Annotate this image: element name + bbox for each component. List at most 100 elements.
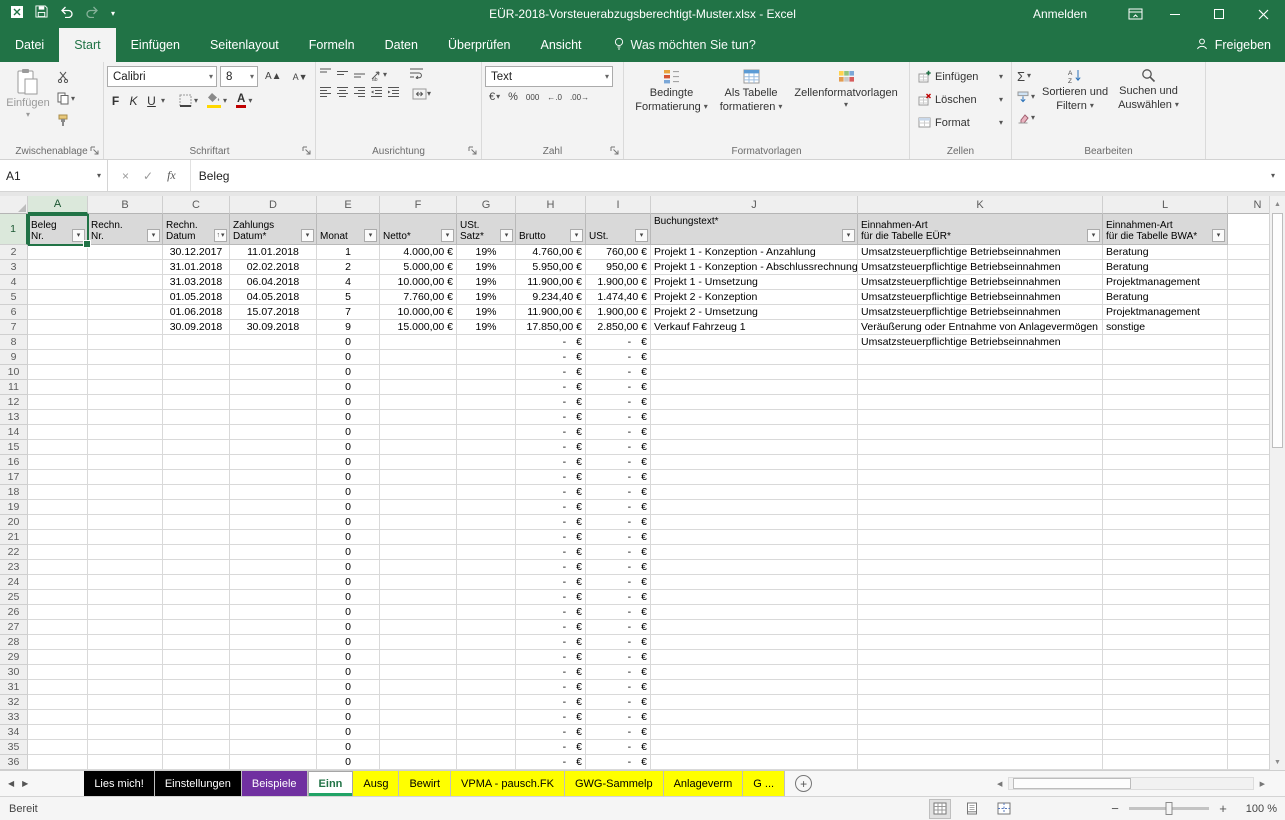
cell-E9[interactable]: 0: [317, 350, 380, 365]
row-header-27[interactable]: 27: [0, 620, 28, 635]
zoom-out-icon[interactable]: −: [1109, 801, 1121, 816]
row-header-32[interactable]: 32: [0, 695, 28, 710]
cell-C13[interactable]: [163, 410, 230, 425]
header-cell-l[interactable]: Einnahmen-Artfür die Tabelle BWA*▾: [1103, 214, 1228, 245]
sort-filter-button[interactable]: AZ Sortieren und Filtern▾: [1037, 64, 1113, 112]
cell-I22[interactable]: -€: [586, 545, 651, 560]
column-header-j[interactable]: J: [651, 196, 858, 214]
cell-F32[interactable]: [380, 695, 457, 710]
row-header-12[interactable]: 12: [0, 395, 28, 410]
number-format-select[interactable]: Text ▾: [485, 66, 613, 87]
cell-K3[interactable]: Umsatzsteuerpflichtige Betriebseinnahmen: [858, 260, 1103, 275]
cell-H4[interactable]: 11.900,00 €: [516, 275, 586, 290]
cell-N10[interactable]: [1228, 365, 1269, 380]
increase-font-button[interactable]: A▲: [261, 66, 286, 87]
cell-D3[interactable]: 02.02.2018: [230, 260, 317, 275]
close-button[interactable]: [1241, 0, 1285, 28]
cell-A36[interactable]: [28, 755, 88, 770]
cell-C28[interactable]: [163, 635, 230, 650]
cell-C7[interactable]: 30.09.2018: [163, 320, 230, 335]
delete-cells-button[interactable]: Löschen ▾: [913, 89, 1008, 110]
cell-L3[interactable]: Beratung: [1103, 260, 1228, 275]
cell-F5[interactable]: 7.760,00 €: [380, 290, 457, 305]
cell-B35[interactable]: [88, 740, 163, 755]
column-header-l[interactable]: L: [1103, 196, 1228, 214]
cell-G5[interactable]: 19%: [457, 290, 516, 305]
cell-G36[interactable]: [457, 755, 516, 770]
cell-E22[interactable]: 0: [317, 545, 380, 560]
cell-K20[interactable]: [858, 515, 1103, 530]
cell-A25[interactable]: [28, 590, 88, 605]
cell-G26[interactable]: [457, 605, 516, 620]
cell-E30[interactable]: 0: [317, 665, 380, 680]
cell-H2[interactable]: 4.760,00 €: [516, 245, 586, 260]
cell-L22[interactable]: [1103, 545, 1228, 560]
decrease-font-button[interactable]: A▼: [289, 66, 312, 87]
cell-C5[interactable]: 01.05.2018: [163, 290, 230, 305]
horizontal-scrollbar[interactable]: ◀ ▶: [995, 775, 1267, 792]
cell-A17[interactable]: [28, 470, 88, 485]
row-header-7[interactable]: 7: [0, 320, 28, 335]
cell-B24[interactable]: [88, 575, 163, 590]
header-cell-f[interactable]: Netto*▾: [380, 214, 457, 245]
font-size-select[interactable]: 8 ▾: [220, 66, 258, 87]
cell-J10[interactable]: [651, 365, 858, 380]
filter-button-e[interactable]: ▾: [364, 229, 377, 242]
cell-G9[interactable]: [457, 350, 516, 365]
cell-I8[interactable]: -€: [586, 335, 651, 350]
cell-J20[interactable]: [651, 515, 858, 530]
cell-B26[interactable]: [88, 605, 163, 620]
cell-K10[interactable]: [858, 365, 1103, 380]
cell-D26[interactable]: [230, 605, 317, 620]
cell-C30[interactable]: [163, 665, 230, 680]
cell-L13[interactable]: [1103, 410, 1228, 425]
cell-D32[interactable]: [230, 695, 317, 710]
copy-button[interactable]: ▾: [53, 88, 79, 109]
cell-F7[interactable]: 15.000,00 €: [380, 320, 457, 335]
page-break-view-button[interactable]: [993, 799, 1015, 819]
cell-B9[interactable]: [88, 350, 163, 365]
cell-F13[interactable]: [380, 410, 457, 425]
cell-K30[interactable]: [858, 665, 1103, 680]
cell-E2[interactable]: 1: [317, 245, 380, 260]
cell-H26[interactable]: -€: [516, 605, 586, 620]
cell-D14[interactable]: [230, 425, 317, 440]
cell-I14[interactable]: -€: [586, 425, 651, 440]
cell-L29[interactable]: [1103, 650, 1228, 665]
cell-H27[interactable]: -€: [516, 620, 586, 635]
filter-button-d[interactable]: ▾: [301, 229, 314, 242]
ribbon-tab-uberprufen[interactable]: Überprüfen: [433, 28, 526, 62]
cell-D9[interactable]: [230, 350, 317, 365]
cell-A22[interactable]: [28, 545, 88, 560]
cell-G28[interactable]: [457, 635, 516, 650]
cell-L20[interactable]: [1103, 515, 1228, 530]
row-header-26[interactable]: 26: [0, 605, 28, 620]
cell-L16[interactable]: [1103, 455, 1228, 470]
row-header-22[interactable]: 22: [0, 545, 28, 560]
cell-A10[interactable]: [28, 365, 88, 380]
cell-E23[interactable]: 0: [317, 560, 380, 575]
conditional-formatting-button[interactable]: Bedingte Formatierung▾: [630, 64, 712, 113]
row-header-9[interactable]: 9: [0, 350, 28, 365]
cell-K24[interactable]: [858, 575, 1103, 590]
cell-I26[interactable]: -€: [586, 605, 651, 620]
cell-L4[interactable]: Projektmanagement: [1103, 275, 1228, 290]
cell-N12[interactable]: [1228, 395, 1269, 410]
cell-G2[interactable]: 19%: [457, 245, 516, 260]
cell-F21[interactable]: [380, 530, 457, 545]
cell-B18[interactable]: [88, 485, 163, 500]
cell-G15[interactable]: [457, 440, 516, 455]
cell-H32[interactable]: -€: [516, 695, 586, 710]
cell-C31[interactable]: [163, 680, 230, 695]
cell-A8[interactable]: [28, 335, 88, 350]
cell-A28[interactable]: [28, 635, 88, 650]
cell-F23[interactable]: [380, 560, 457, 575]
column-header-d[interactable]: D: [230, 196, 317, 214]
cell-A33[interactable]: [28, 710, 88, 725]
cell-N2[interactable]: [1228, 245, 1269, 260]
cell-K14[interactable]: [858, 425, 1103, 440]
cell-B33[interactable]: [88, 710, 163, 725]
cell-C33[interactable]: [163, 710, 230, 725]
cell-D18[interactable]: [230, 485, 317, 500]
decrease-decimal-button[interactable]: .00→: [570, 93, 589, 102]
